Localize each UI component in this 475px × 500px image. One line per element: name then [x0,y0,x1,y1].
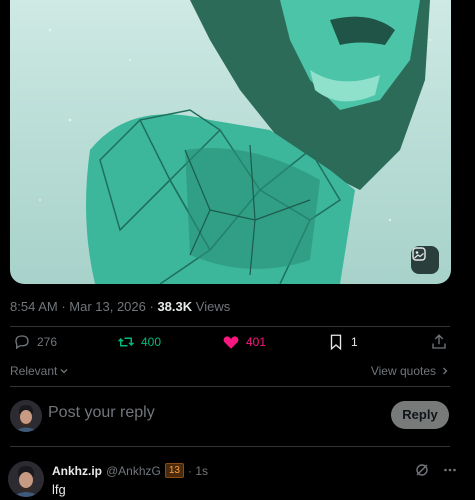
reply-author-handle[interactable]: @AnkhzG [106,464,161,478]
retweet-icon [117,337,135,347]
grok-image-button[interactable] [411,246,439,274]
like-count: 401 [246,335,267,349]
divider [10,446,450,447]
avatar-image [10,400,42,432]
reply-tools [415,463,457,477]
tweet-actions: 276 400 401 1 [10,333,450,359]
reply-avatar[interactable] [8,461,44,497]
divider [10,386,450,387]
tweet-meta: 8:54 AM · Mar 13, 2026 · 38.3K Views [10,299,230,314]
sort-label: Relevant [10,364,58,378]
reply-icon [15,335,29,350]
like-action[interactable]: 401 [222,333,266,351]
bookmark-count: 1 [351,335,358,349]
meta-separator: · [57,299,70,314]
meta-separator-2: · [145,299,158,314]
share-icon [432,334,446,349]
reply-text: lfg [52,482,66,497]
avatar-image [8,461,44,497]
retweet-action[interactable]: 400 [117,333,161,351]
reply-count: 276 [37,335,58,349]
chevron-down-icon [60,369,68,374]
reply-header: Ankhz.ip @AnkhzG 13 · 1s [52,463,208,478]
grok-icon[interactable] [415,463,429,477]
reply-button[interactable]: Reply [391,401,449,429]
lion-illustration [39,0,431,284]
chevron-right-icon [443,367,448,375]
view-quotes-label: View quotes [370,364,436,378]
reply-action[interactable]: 276 [13,333,57,351]
tweet-image[interactable] [10,0,451,284]
views-count: 38.3K [157,299,193,314]
reply-badge: 13 [164,463,184,478]
bookmark-icon [330,334,342,351]
reply-input[interactable]: Post your reply [48,404,155,422]
divider [10,326,450,327]
tweet-time[interactable]: 8:54 AM [10,299,58,314]
composer-avatar[interactable] [10,400,42,432]
view-quotes-link[interactable]: View quotes [371,364,450,378]
reply-time[interactable]: · 1s [188,464,208,478]
bookmark-action[interactable]: 1 [327,333,358,351]
views-label: Views [195,299,231,314]
heart-icon [223,336,239,349]
grok-image-icon [412,247,426,261]
more-icon[interactable] [443,463,457,477]
tweet-date[interactable]: Mar 13, 2026 [69,299,146,314]
sort-dropdown[interactable]: Relevant [10,364,69,378]
retweet-count: 400 [141,335,162,349]
reply-author-name[interactable]: Ankhz.ip [52,464,102,478]
share-action[interactable] [430,333,448,351]
